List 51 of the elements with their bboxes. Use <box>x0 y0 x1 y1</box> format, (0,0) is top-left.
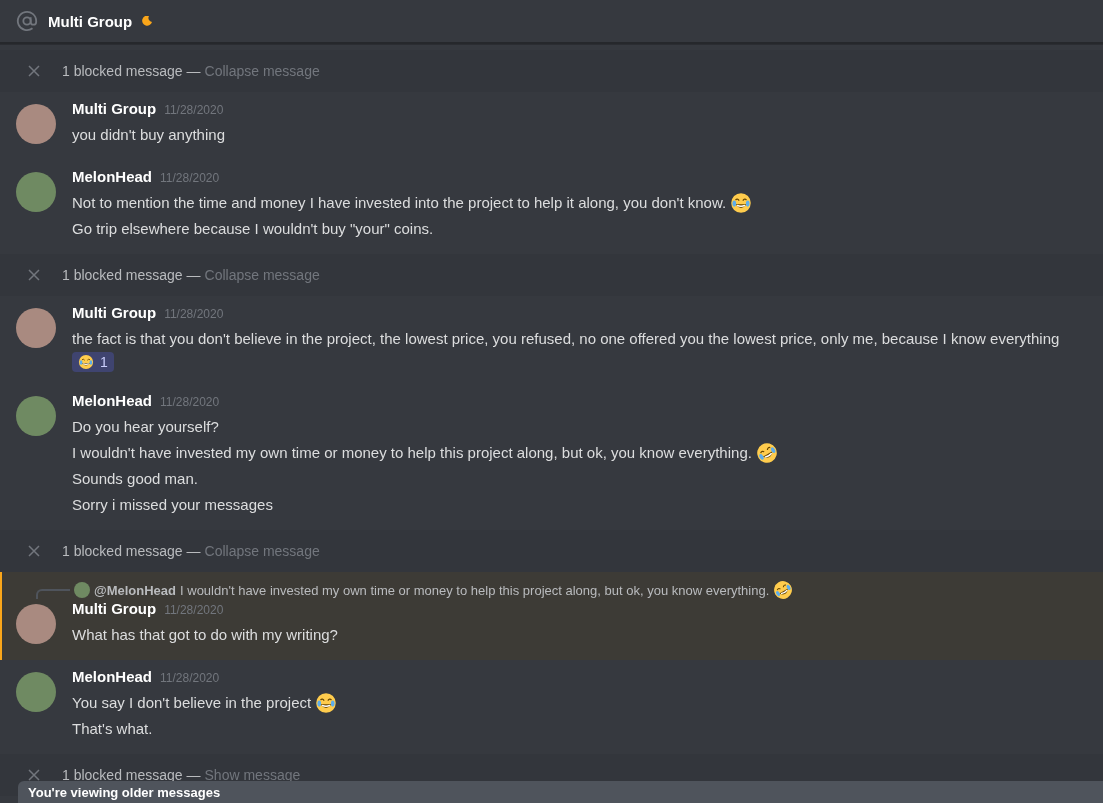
laughing-face-icon <box>78 354 94 370</box>
message-text: I wouldn't have invested my own time or money to help this project along, but ok, you know everything. <box>72 443 752 463</box>
message-text: You say I don't believe in the project <box>72 693 312 713</box>
message-text: Not to mention the time and money I have invested into the project to help it along, you don't know. <box>72 193 727 213</box>
laughing-face-icon <box>315 692 338 714</box>
avatar[interactable] <box>16 396 56 436</box>
channel-title: Multi Group <box>48 12 133 30</box>
close-icon[interactable] <box>28 769 40 781</box>
blocked-message-label: 1 blocked message — <box>62 63 201 79</box>
timestamp: 11/28/2020 <box>160 671 220 685</box>
timestamp: 11/28/2020 <box>164 307 224 321</box>
avatar <box>74 582 90 598</box>
author-name[interactable]: Multi Group <box>72 100 157 117</box>
message-text: Sorry i missed your messages <box>72 495 273 515</box>
author-name[interactable]: Multi Group <box>72 600 157 617</box>
reply-preview[interactable]: I wouldn't have invested my own time or money to help this project along, but ok, you know everything. <box>180 582 770 598</box>
laughing-face-icon <box>773 580 794 600</box>
older-messages-banner[interactable]: You're viewing older messages <box>18 781 1103 803</box>
avatar[interactable] <box>16 104 56 144</box>
laughing-face-icon <box>730 192 753 214</box>
close-icon[interactable] <box>28 545 40 557</box>
author-name[interactable]: MelonHead <box>72 168 152 185</box>
close-icon[interactable] <box>28 269 40 281</box>
message-text: you didn't buy anything <box>72 125 225 145</box>
message-text: Do you hear yourself? <box>72 417 219 437</box>
avatar[interactable] <box>16 308 56 348</box>
author-name[interactable]: MelonHead <box>72 668 152 685</box>
avatar[interactable] <box>16 604 56 644</box>
at-sign-icon <box>16 10 38 32</box>
author-name[interactable]: Multi Group <box>72 304 157 321</box>
reply-author[interactable]: @MelonHead <box>94 582 177 598</box>
timestamp: 11/28/2020 <box>164 603 224 617</box>
avatar[interactable] <box>16 172 56 212</box>
timestamp: 11/28/2020 <box>164 103 224 117</box>
close-icon[interactable] <box>28 65 40 77</box>
timestamp: 11/28/2020 <box>160 395 220 409</box>
laughing-face-icon <box>755 442 778 464</box>
message-text: What has that got to do with my writing? <box>72 625 338 645</box>
avatar[interactable] <box>16 672 56 712</box>
message-text: Sounds good man. <box>72 469 198 489</box>
message-text: Go trip elsewhere because I wouldn't buy "your" coins. <box>72 219 434 239</box>
blocked-message-label: 1 blocked message — <box>62 767 201 783</box>
reply-connector-line <box>36 589 70 599</box>
timestamp: 11/28/2020 <box>160 171 220 185</box>
author-name[interactable]: MelonHead <box>72 392 152 409</box>
blocked-message-label: 1 blocked message — <box>62 543 201 559</box>
reaction-count: 1 <box>100 354 108 370</box>
message-text: That's what. <box>72 719 153 739</box>
blocked-message-label: 1 blocked message — <box>62 267 201 283</box>
message-text: the fact is that you don't believe in the project, the lowest price, you refused, no one offered you the lowest price, only me, because I know everything <box>72 329 1060 349</box>
reaction-pill[interactable]: 1 <box>72 352 114 372</box>
